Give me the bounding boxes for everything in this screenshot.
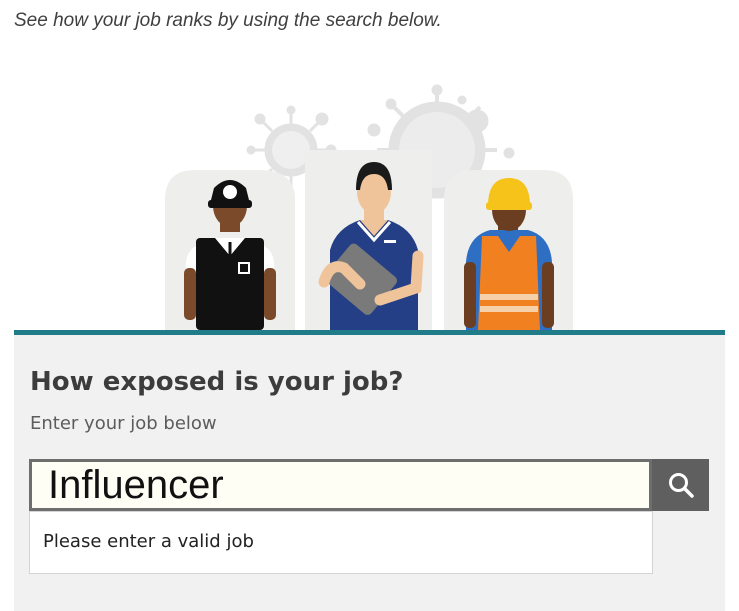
search-icon [668, 473, 694, 498]
panel-heading: How exposed is your job? [30, 367, 404, 397]
search-label: Enter your job below [30, 413, 217, 434]
validation-message: Please enter a valid job [29, 511, 653, 574]
job-search-panel: How exposed is your job? Enter your job … [14, 330, 725, 611]
job-search-input[interactable] [29, 459, 652, 511]
occupations-illustration [165, 84, 573, 330]
search-button[interactable] [652, 459, 709, 511]
